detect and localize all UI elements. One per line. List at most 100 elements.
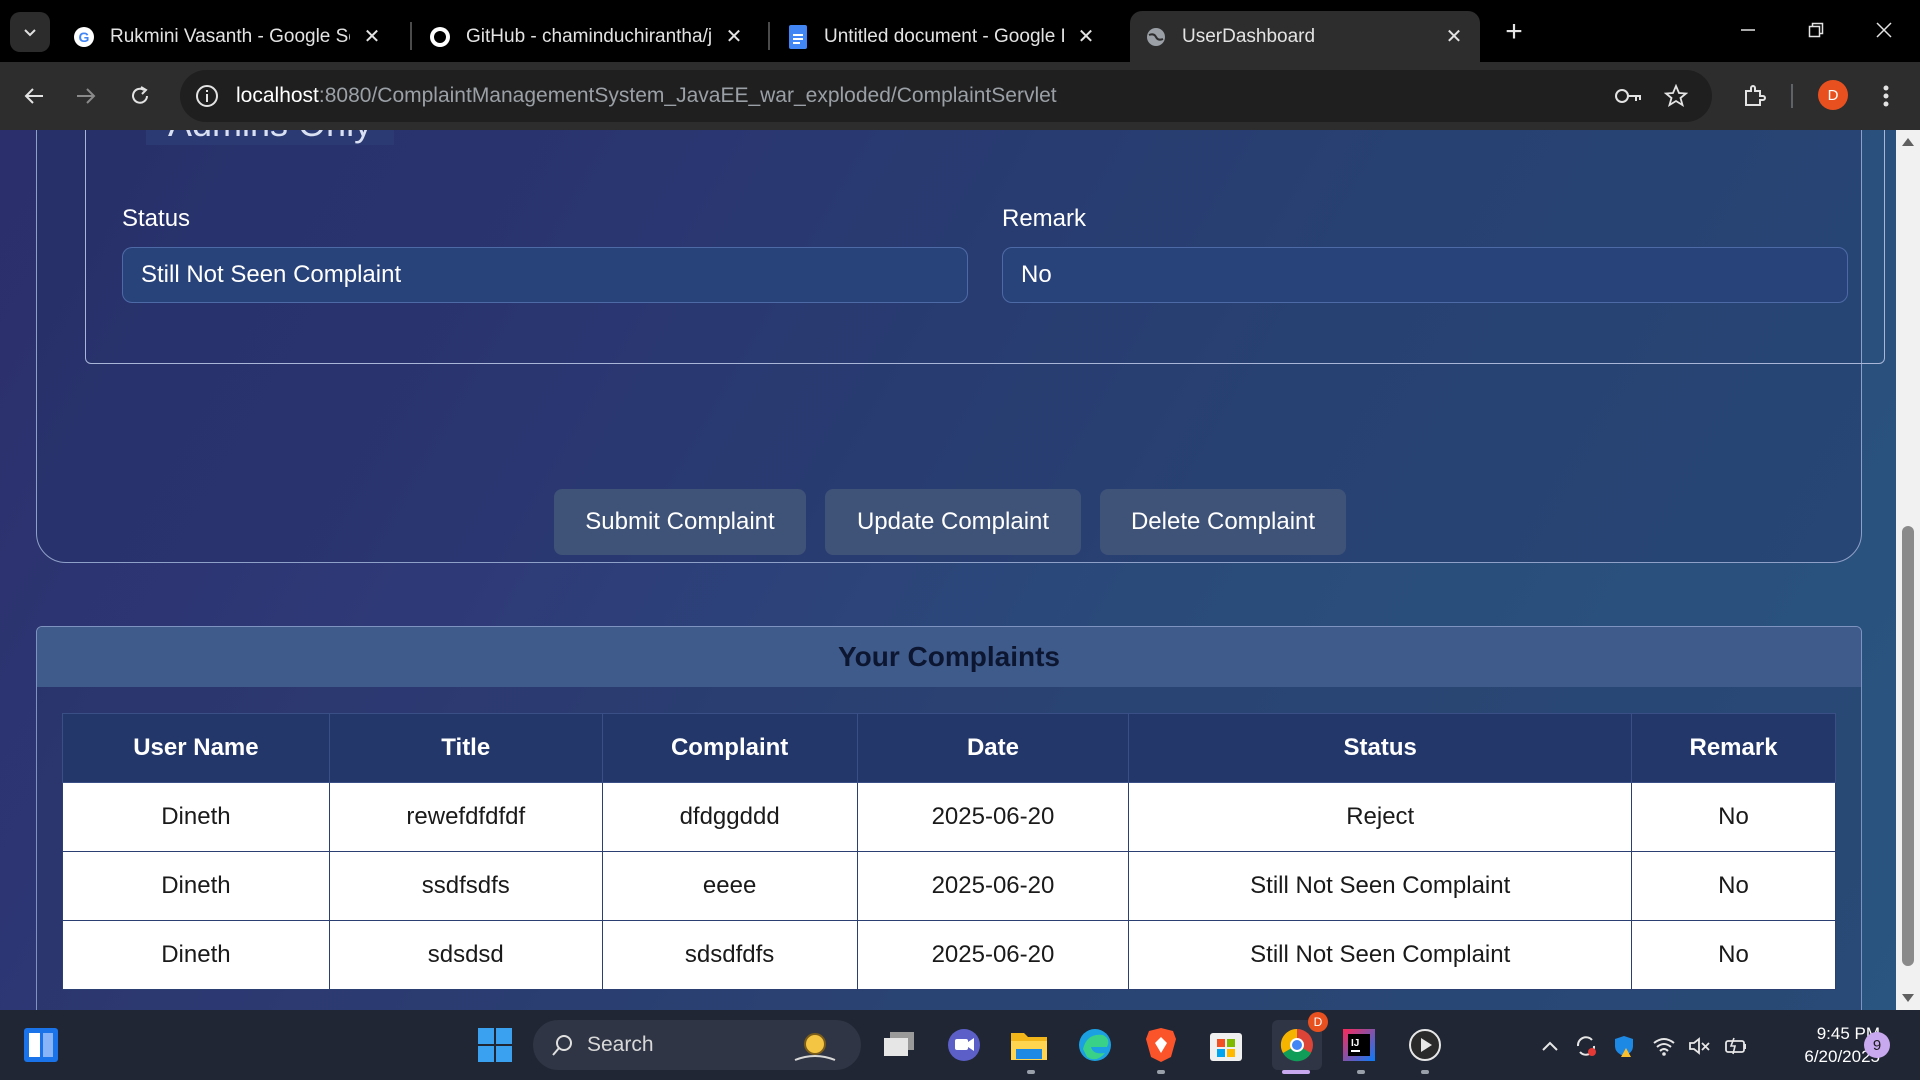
google-docs-icon [786,24,810,49]
cell-date: 2025-06-20 [856,851,1130,921]
url-host: localhost [236,84,319,107]
tab-user-dashboard[interactable]: UserDashboard ✕ [1130,11,1480,62]
task-view-icon[interactable] [878,1024,920,1066]
microsoft-store-icon[interactable] [1205,1024,1247,1066]
complaint-form-card: Admins Only Status Still Not Seen Compla… [36,130,1885,563]
cell-status: Reject [1128,782,1633,852]
reload-button[interactable] [120,76,160,116]
scroll-down-arrow-icon[interactable] [1902,994,1914,1002]
cell-title: rewefdfdfdf [328,782,603,852]
tab-title: GitHub - chaminduchirantha/java [466,25,712,47]
svg-text:IJ: IJ [1351,1038,1359,1049]
page-scrollbar[interactable] [1896,130,1920,1010]
scrollbar-thumb[interactable] [1902,526,1914,966]
complaints-table: User Name Title Complaint Date Status Re… [62,713,1836,990]
running-indicator [1421,1070,1429,1074]
volume-muted-icon[interactable] [1688,1034,1712,1058]
reload-icon [132,86,148,104]
system-clock[interactable]: 9:45 PM 6/20/2025 [1760,1022,1880,1068]
bookmark-star-icon[interactable] [1662,82,1690,110]
teams-meet-icon[interactable] [943,1024,985,1066]
notification-badge[interactable]: 9 [1864,1032,1890,1058]
close-icon[interactable]: ✕ [722,25,746,49]
extensions-button[interactable] [1734,76,1774,116]
site-info-icon[interactable] [194,83,220,109]
media-player-icon[interactable] [1404,1024,1446,1066]
toolbar-divider [1791,84,1793,108]
close-icon [1876,22,1892,38]
tab-github[interactable]: GitHub - chaminduchirantha/java ✕ [414,11,760,62]
page-viewport: Admins Only Status Still Not Seen Compla… [0,130,1896,1010]
battery-charging-icon[interactable] [1724,1034,1748,1058]
table-header-row: User Name Title Complaint Date Status Re… [62,713,1836,783]
address-bar[interactable]: localhost:8080/ComplaintManagementSystem… [180,70,1712,122]
column-header-title: Title [328,713,603,783]
tab-google-search[interactable]: G Rukmini Vasanth - Google Search ✕ [58,11,398,62]
puzzle-icon [1745,85,1766,106]
remark-label: Remark [1002,205,1087,232]
status-input[interactable]: Still Not Seen Complaint [122,247,968,303]
close-icon[interactable]: ✕ [1074,25,1098,49]
close-window-button[interactable] [1856,12,1912,48]
search-icon [552,1035,572,1056]
admins-only-fieldset: Admins Only Status Still Not Seen Compla… [85,130,1885,364]
tab-google-docs[interactable]: Untitled document - Google Docs ✕ [772,11,1112,62]
tab-separator [410,22,412,50]
chevron-up-icon[interactable] [1538,1034,1562,1058]
column-header-user-name: User Name [62,713,330,783]
cell-date: 2025-06-20 [856,920,1130,990]
clock-time: 9:45 PM [1816,1024,1880,1043]
windows-start-icon[interactable] [474,1024,516,1066]
svg-text:G: G [79,29,90,45]
column-header-date: Date [856,713,1130,783]
file-explorer-icon[interactable] [1008,1024,1050,1066]
column-header-remark: Remark [1631,713,1836,783]
tab-title: Untitled document - Google Docs [824,25,1064,47]
cell-user-name: Dineth [62,920,330,990]
update-complaint-button[interactable]: Update Complaint [825,489,1081,555]
menu-button[interactable] [1866,76,1906,116]
column-header-complaint: Complaint [601,713,858,783]
security-shield-icon[interactable] [1612,1034,1636,1058]
running-indicator [1157,1070,1165,1074]
cell-complaint: dfdggddd [601,782,858,852]
url-text[interactable]: localhost:8080/ComplaintManagementSystem… [236,84,1057,108]
taskbar-search[interactable]: Search [533,1020,861,1070]
delete-complaint-button[interactable]: Delete Complaint [1100,489,1346,555]
intellij-idea-icon[interactable]: IJ [1338,1024,1380,1066]
profile-avatar[interactable]: D [1818,80,1848,110]
minimize-icon [1741,29,1755,31]
table-row[interactable]: Dineth sdsdsd sdsdfdfs 2025-06-20 Still … [62,920,1836,990]
arrow-left-icon [24,88,43,104]
chrome-icon[interactable]: D [1272,1012,1328,1070]
widgets-icon[interactable] [20,1024,62,1066]
wifi-icon[interactable] [1652,1034,1676,1058]
back-button[interactable] [14,76,54,116]
windows-taskbar: Search D IJ 9:45 PM 6/20/2025 9 [0,1010,1920,1080]
google-icon: G [72,25,96,49]
cell-title: sdsdsd [328,920,603,990]
status-label: Status [122,205,191,232]
password-key-icon[interactable] [1614,82,1642,110]
submit-complaint-button[interactable]: Submit Complaint [554,489,806,555]
table-row[interactable]: Dineth rewefdfdfdf dfdggddd 2025-06-20 R… [62,782,1836,852]
sync-icon[interactable] [1574,1034,1598,1058]
your-complaints-card: Your Complaints User Name Title Complain… [36,626,1862,1010]
brave-icon[interactable] [1140,1024,1182,1066]
restore-button[interactable] [1788,12,1844,48]
forward-button[interactable] [66,76,106,116]
close-icon[interactable]: ✕ [1442,25,1466,49]
cell-user-name: Dineth [62,851,330,921]
new-tab-button[interactable]: + [1496,14,1532,50]
edge-icon[interactable] [1074,1024,1116,1066]
cell-user-name: Dineth [62,782,330,852]
table-row[interactable]: Dineth ssdfsdfs eeee 2025-06-20 Still No… [62,851,1836,921]
tab-search-button[interactable] [10,12,50,52]
scroll-up-arrow-icon[interactable] [1902,138,1914,146]
cell-remark: No [1631,782,1836,852]
tab-title: UserDashboard [1182,25,1316,47]
remark-input[interactable]: No [1002,247,1848,303]
cell-status: Still Not Seen Complaint [1128,851,1633,921]
minimize-button[interactable] [1720,12,1776,48]
close-icon[interactable]: ✕ [360,25,384,49]
